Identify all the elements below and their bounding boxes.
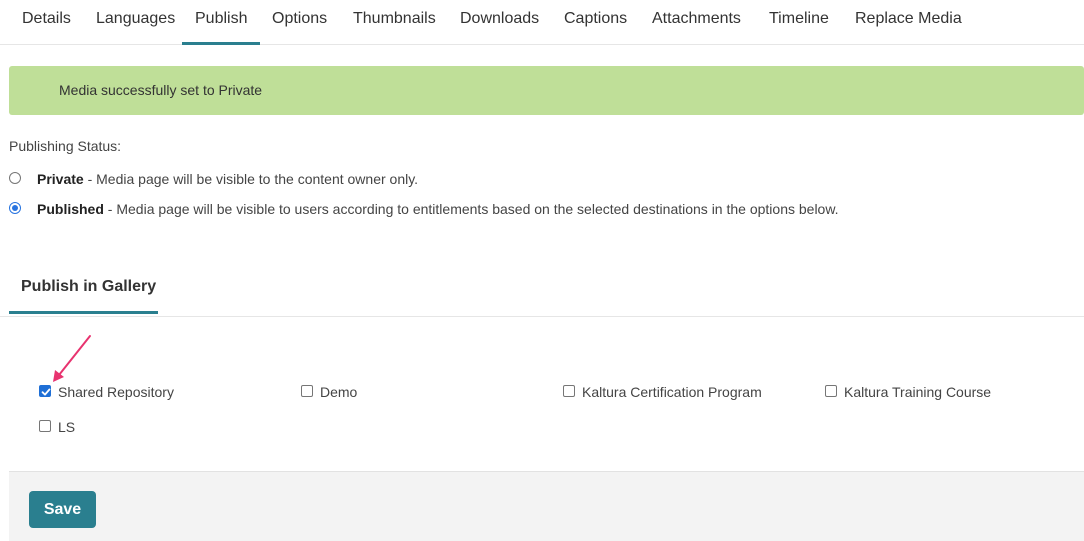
publishing-status-label: Publishing Status: <box>9 138 122 154</box>
radio-private-description: - Media page will be visible to the cont… <box>83 171 419 187</box>
tab-details[interactable]: Details <box>22 0 71 45</box>
gallery-tabs: Publish in Gallery <box>0 262 1084 317</box>
tab-downloads[interactable]: Downloads <box>460 0 539 45</box>
radio-published-description: - Media page will be visible to users ac… <box>103 201 839 217</box>
gallery-item-label: LS <box>58 419 76 435</box>
radio-published[interactable] <box>9 202 21 214</box>
checkbox-icon[interactable] <box>39 420 51 432</box>
gallery-item-label: Demo <box>320 384 358 400</box>
checkbox-icon[interactable] <box>563 385 575 397</box>
gallery-item-label: Kaltura Certification Program <box>582 384 762 400</box>
gallery-item-label: Shared Repository <box>58 384 174 400</box>
annotation-arrow-icon <box>53 335 91 382</box>
media-tabs: Details Languages Publish Options Thumbn… <box>0 0 1084 45</box>
checkbox-icon[interactable] <box>825 385 837 397</box>
alert-message: Media successfully set to Private <box>59 82 263 98</box>
tab-publish-in-gallery[interactable]: Publish in Gallery <box>9 262 158 314</box>
tab-languages[interactable]: Languages <box>96 0 175 45</box>
radio-published-label: Published - Media page will be visible t… <box>37 200 839 218</box>
tab-captions[interactable]: Captions <box>564 0 627 45</box>
tab-attachments[interactable]: Attachments <box>652 0 741 45</box>
tab-timeline[interactable]: Timeline <box>769 0 829 45</box>
gallery-item-label: Kaltura Training Course <box>844 384 992 400</box>
tab-thumbnails[interactable]: Thumbnails <box>353 0 436 45</box>
radio-private[interactable] <box>9 172 21 184</box>
checkbox-checked-icon[interactable] <box>39 385 51 397</box>
radio-private-label: Private - Media page will be visible to … <box>37 170 418 188</box>
radio-published-title: Published <box>37 201 104 217</box>
tab-options[interactable]: Options <box>272 0 327 45</box>
success-alert: Media successfully set to Private <box>9 66 1084 115</box>
tab-publish[interactable]: Publish <box>182 0 261 45</box>
checkbox-icon[interactable] <box>301 385 313 397</box>
radio-private-title: Private <box>37 171 84 187</box>
form-footer: Save <box>9 471 1084 541</box>
save-button[interactable]: Save <box>29 491 96 528</box>
tab-replace-media[interactable]: Replace Media <box>855 0 962 45</box>
